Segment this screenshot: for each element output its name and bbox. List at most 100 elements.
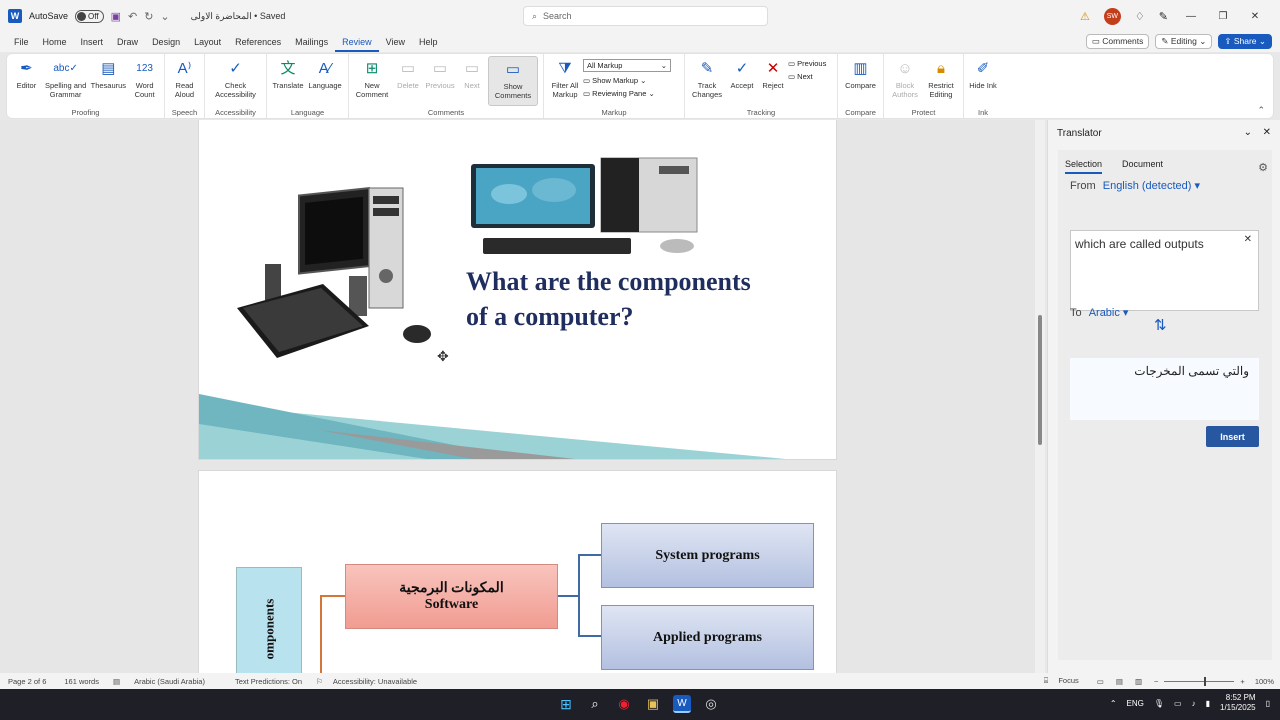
network-icon[interactable]: ▭ bbox=[1174, 699, 1182, 708]
print-layout-icon[interactable]: ▤ bbox=[1116, 677, 1123, 686]
markup-display-dropdown[interactable]: All Markup ⌄ bbox=[583, 59, 671, 72]
redo-icon[interactable]: ↻ bbox=[144, 10, 153, 23]
battery-icon[interactable]: ▮ bbox=[1206, 699, 1210, 708]
file-explorer-icon[interactable]: ▣ bbox=[644, 695, 662, 713]
ribbon-tabs: File Home Insert Draw Design Layout Refe… bbox=[0, 32, 1280, 52]
collapse-ribbon-icon[interactable]: ⌃ bbox=[1257, 105, 1265, 116]
web-layout-icon[interactable]: ▥ bbox=[1135, 677, 1142, 686]
previous-change-button[interactable]: ▭ Previous bbox=[788, 59, 826, 68]
to-language-dropdown[interactable]: Arabic ▾ bbox=[1089, 307, 1129, 319]
recorder-app-icon[interactable]: ◉ bbox=[615, 695, 633, 713]
premium-diamond-icon[interactable]: ♢ bbox=[1135, 10, 1145, 23]
autosave-toggle[interactable]: Off bbox=[75, 9, 104, 23]
taskbar-search-icon[interactable]: ⌕ bbox=[586, 695, 604, 713]
zoom-level[interactable]: 100% bbox=[1255, 677, 1274, 686]
tab-insert[interactable]: Insert bbox=[74, 32, 111, 52]
pen-icon[interactable]: ✎ bbox=[1159, 10, 1168, 23]
tray-overflow-icon[interactable]: ⌃ bbox=[1110, 699, 1117, 708]
accessibility-status[interactable]: ⚐ Accessibility: Unavailable bbox=[316, 677, 417, 686]
avatar[interactable]: SW bbox=[1103, 7, 1121, 25]
warning-icon[interactable]: ⚠ bbox=[1080, 10, 1090, 23]
group-protect: ☺ Block Authors 🔒︎ Restrict Editing Protec… bbox=[884, 54, 964, 118]
insert-button[interactable]: Insert bbox=[1206, 426, 1259, 447]
new-comment-icon: ⊞ bbox=[365, 59, 379, 77]
applied-programs-box[interactable]: Applied programs bbox=[601, 605, 814, 670]
show-markup-button[interactable]: ▭ Show Markup ⌄ bbox=[583, 76, 671, 85]
settings-gear-icon[interactable]: ⚙ bbox=[1258, 161, 1268, 174]
close-window-icon[interactable]: ✕ bbox=[1246, 11, 1264, 22]
tab-file[interactable]: File bbox=[7, 32, 36, 52]
volume-icon[interactable]: ♪ bbox=[1192, 699, 1196, 708]
tab-selection[interactable]: Selection bbox=[1065, 159, 1103, 174]
page-count[interactable]: Page 2 of 6 bbox=[8, 677, 46, 686]
chrome-taskbar-icon[interactable]: ◎ bbox=[702, 695, 720, 713]
proofing-status-icon[interactable]: ▤ bbox=[113, 677, 120, 686]
show-comments-button[interactable]: ▭ Show Comments bbox=[488, 56, 538, 106]
editor-label: Editor bbox=[16, 81, 37, 90]
search-box[interactable]: ⌕ Search bbox=[523, 6, 768, 26]
block-authors-icon: ☺ bbox=[897, 59, 913, 77]
restore-icon[interactable]: ❐ bbox=[1214, 11, 1232, 22]
page-2[interactable]: omponents المكونات البرمجية Software Sys… bbox=[198, 470, 837, 673]
customize-qat-icon[interactable]: ⌄ bbox=[160, 10, 169, 23]
zoom-out-icon[interactable]: − bbox=[1154, 677, 1158, 686]
word-count-label: Word Count bbox=[134, 81, 155, 99]
input-language[interactable]: ENG bbox=[1127, 699, 1144, 708]
proofing-group-label: Proofing bbox=[71, 108, 100, 117]
undo-icon[interactable]: ↶ bbox=[128, 10, 137, 23]
document-title[interactable]: المحاضرة الاولى • Saved bbox=[191, 11, 286, 22]
notifications-icon[interactable]: ▯ bbox=[1266, 699, 1270, 708]
pane-options-chevron-icon[interactable]: ⌄ bbox=[1244, 127, 1252, 138]
restrict-editing-icon: 🔒︎ bbox=[937, 59, 945, 77]
minimize-icon[interactable]: — bbox=[1182, 11, 1200, 22]
share-button[interactable]: ⇪ Share ⌄ bbox=[1218, 34, 1272, 49]
tab-layout[interactable]: Layout bbox=[187, 32, 228, 52]
tab-draw[interactable]: Draw bbox=[110, 32, 145, 52]
clock-date: 1/15/2025 bbox=[1220, 703, 1256, 712]
show-markup-label: Show Markup bbox=[592, 76, 639, 85]
vertical-scrollbar[interactable] bbox=[1035, 120, 1045, 673]
comments-button-label: Comments bbox=[1102, 36, 1144, 46]
editing-mode-button[interactable]: ✎ Editing ⌄ bbox=[1155, 34, 1213, 49]
reviewing-pane-button[interactable]: ▭ Reviewing Pane ⌄ bbox=[583, 89, 671, 98]
document-canvas[interactable]: What are the components of a computer? ✥… bbox=[0, 120, 1045, 673]
swap-languages-icon[interactable]: ⇅ bbox=[1154, 316, 1167, 334]
focus-button[interactable]: ⌸ Focus bbox=[1044, 676, 1079, 686]
tab-home[interactable]: Home bbox=[36, 32, 74, 52]
read-mode-icon[interactable]: ▭ bbox=[1097, 677, 1104, 686]
zoom-slider[interactable] bbox=[1164, 676, 1235, 686]
clock[interactable]: 8:52 PM 1/15/2025 bbox=[1220, 693, 1256, 713]
page-1[interactable]: What are the components of a computer? ✥ bbox=[198, 120, 837, 460]
close-pane-icon[interactable]: ✕ bbox=[1263, 127, 1271, 138]
word-taskbar-icon[interactable]: W bbox=[673, 695, 691, 713]
word-count[interactable]: 161 words bbox=[64, 677, 99, 686]
source-text-box[interactable]: which are called outputs ✕ bbox=[1070, 230, 1259, 311]
language-status[interactable]: Arabic (Saudi Arabia) bbox=[134, 677, 205, 686]
tab-help[interactable]: Help bbox=[412, 32, 445, 52]
next-change-button[interactable]: ▭ Next bbox=[788, 72, 826, 81]
scrollbar-thumb[interactable] bbox=[1038, 315, 1042, 445]
system-programs-box[interactable]: System programs bbox=[601, 523, 814, 588]
tab-design[interactable]: Design bbox=[145, 32, 187, 52]
tab-review[interactable]: Review bbox=[335, 32, 379, 52]
tab-references[interactable]: References bbox=[228, 32, 288, 52]
comments-button[interactable]: ▭ Comments bbox=[1085, 34, 1150, 49]
translate-icon: 文 bbox=[280, 59, 296, 77]
software-box[interactable]: المكونات البرمجية Software bbox=[345, 564, 558, 629]
microphone-icon[interactable]: 🎙︎ bbox=[1154, 699, 1164, 708]
tab-mailings[interactable]: Mailings bbox=[288, 32, 335, 52]
tab-view[interactable]: View bbox=[379, 32, 412, 52]
translator-pane: Translator ⌄ ✕ Selection Document ⚙ From… bbox=[1047, 120, 1280, 673]
clear-source-icon[interactable]: ✕ bbox=[1244, 234, 1252, 245]
text-predictions-status[interactable]: Text Predictions: On bbox=[235, 677, 302, 686]
tab-document[interactable]: Document bbox=[1122, 159, 1163, 174]
track-changes-icon: ✎ bbox=[700, 59, 714, 77]
zoom-slider-thumb[interactable] bbox=[1204, 676, 1207, 686]
start-menu-icon[interactable]: ⊞ bbox=[557, 695, 575, 713]
from-language-dropdown[interactable]: English (detected) ▾ bbox=[1103, 180, 1200, 192]
autosave-label: AutoSave bbox=[29, 11, 69, 21]
group-speech: A⁾ Read Aloud Speech bbox=[165, 54, 205, 118]
save-icon[interactable]: ▣ bbox=[111, 10, 121, 23]
group-ink: ✐ Hide Ink Ink bbox=[964, 54, 1002, 118]
zoom-in-icon[interactable]: + bbox=[1240, 677, 1244, 686]
